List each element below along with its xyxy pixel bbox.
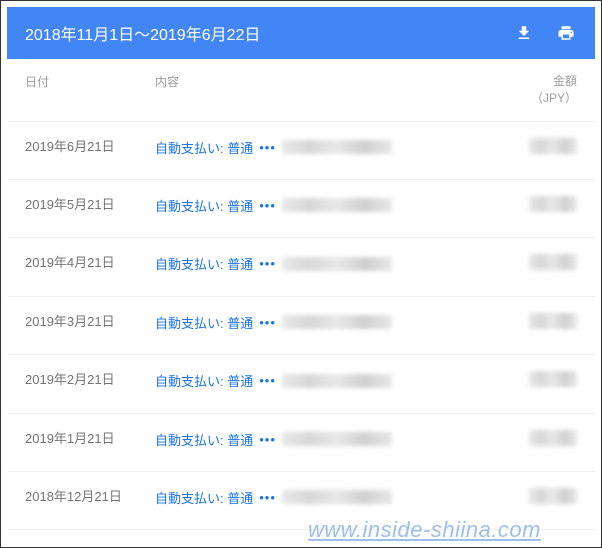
payment-link[interactable]: 自動支払い: 普通	[155, 371, 253, 390]
table-row[interactable]: 2019年1月21日自動支払い: 普通 •••	[7, 414, 595, 472]
row-amount	[487, 138, 577, 161]
row-amount	[487, 430, 577, 453]
row-content: 自動支払い: 普通 •••	[155, 430, 487, 449]
table-header: 日付 内容 金額 （JPY）	[7, 59, 595, 122]
ellipsis-icon: •••	[259, 490, 276, 505]
print-icon	[557, 24, 575, 42]
row-amount	[487, 488, 577, 511]
column-content-header: 内容	[155, 73, 487, 107]
table-row[interactable]: 2019年5月21日自動支払い: 普通 •••	[7, 180, 595, 238]
ellipsis-icon: •••	[259, 315, 276, 330]
ellipsis-icon: •••	[259, 256, 276, 271]
redacted-amount	[529, 430, 577, 446]
download-button[interactable]	[513, 22, 535, 44]
redacted-amount	[529, 488, 577, 504]
table-row[interactable]: 2019年2月21日自動支払い: 普通 •••	[7, 355, 595, 413]
table-row[interactable]: 2018年12月21日自動支払い: 普通 •••	[7, 472, 595, 530]
header-actions	[513, 22, 577, 44]
redacted-amount	[529, 196, 577, 212]
row-date: 2019年6月21日	[25, 138, 155, 156]
date-range-title: 2018年11月1日～2019年6月22日	[25, 21, 260, 45]
row-content: 自動支払い: 普通 •••	[155, 254, 487, 273]
row-date: 2019年1月21日	[25, 430, 155, 448]
payment-link[interactable]: 自動支払い: 普通	[155, 254, 253, 273]
redacted-content	[282, 140, 392, 154]
ellipsis-icon: •••	[259, 198, 276, 213]
row-date: 2018年12月21日	[25, 488, 155, 506]
redacted-content	[282, 432, 392, 446]
row-date: 2019年5月21日	[25, 196, 155, 214]
column-amount-header: 金額 （JPY）	[487, 73, 577, 107]
row-content: 自動支払い: 普通 •••	[155, 313, 487, 332]
redacted-content	[282, 315, 392, 329]
print-button[interactable]	[555, 22, 577, 44]
row-content: 自動支払い: 普通 •••	[155, 371, 487, 390]
row-amount	[487, 371, 577, 394]
payment-link[interactable]: 自動支払い: 普通	[155, 196, 253, 215]
ellipsis-icon: •••	[259, 140, 276, 155]
redacted-content	[282, 490, 392, 504]
payment-link[interactable]: 自動支払い: 普通	[155, 313, 253, 332]
table-row[interactable]: 2019年6月21日自動支払い: 普通 •••	[7, 122, 595, 180]
date-range-header: 2018年11月1日～2019年6月22日	[7, 7, 595, 59]
redacted-content	[282, 198, 392, 212]
ellipsis-icon: •••	[259, 373, 276, 388]
redacted-content	[282, 257, 392, 271]
download-icon	[515, 24, 533, 42]
row-date: 2019年3月21日	[25, 313, 155, 331]
table-row[interactable]: 2019年4月21日自動支払い: 普通 •••	[7, 238, 595, 296]
row-content: 自動支払い: 普通 •••	[155, 488, 487, 507]
row-date: 2019年4月21日	[25, 254, 155, 272]
redacted-amount	[529, 138, 577, 154]
row-amount	[487, 196, 577, 219]
redacted-amount	[529, 313, 577, 329]
row-amount	[487, 254, 577, 277]
payment-link[interactable]: 自動支払い: 普通	[155, 138, 253, 157]
ellipsis-icon: •••	[259, 432, 276, 447]
amount-currency: （JPY）	[531, 91, 577, 105]
redacted-amount	[529, 371, 577, 387]
row-amount	[487, 313, 577, 336]
row-content: 自動支払い: 普通 •••	[155, 138, 487, 157]
redacted-content	[282, 374, 392, 388]
payment-link[interactable]: 自動支払い: 普通	[155, 430, 253, 449]
column-date-header: 日付	[25, 73, 155, 107]
table-row[interactable]: 2019年3月21日自動支払い: 普通 •••	[7, 297, 595, 355]
amount-label: 金額	[553, 74, 577, 88]
row-content: 自動支払い: 普通 •••	[155, 196, 487, 215]
redacted-amount	[529, 254, 577, 270]
row-date: 2019年2月21日	[25, 371, 155, 389]
payment-link[interactable]: 自動支払い: 普通	[155, 488, 253, 507]
